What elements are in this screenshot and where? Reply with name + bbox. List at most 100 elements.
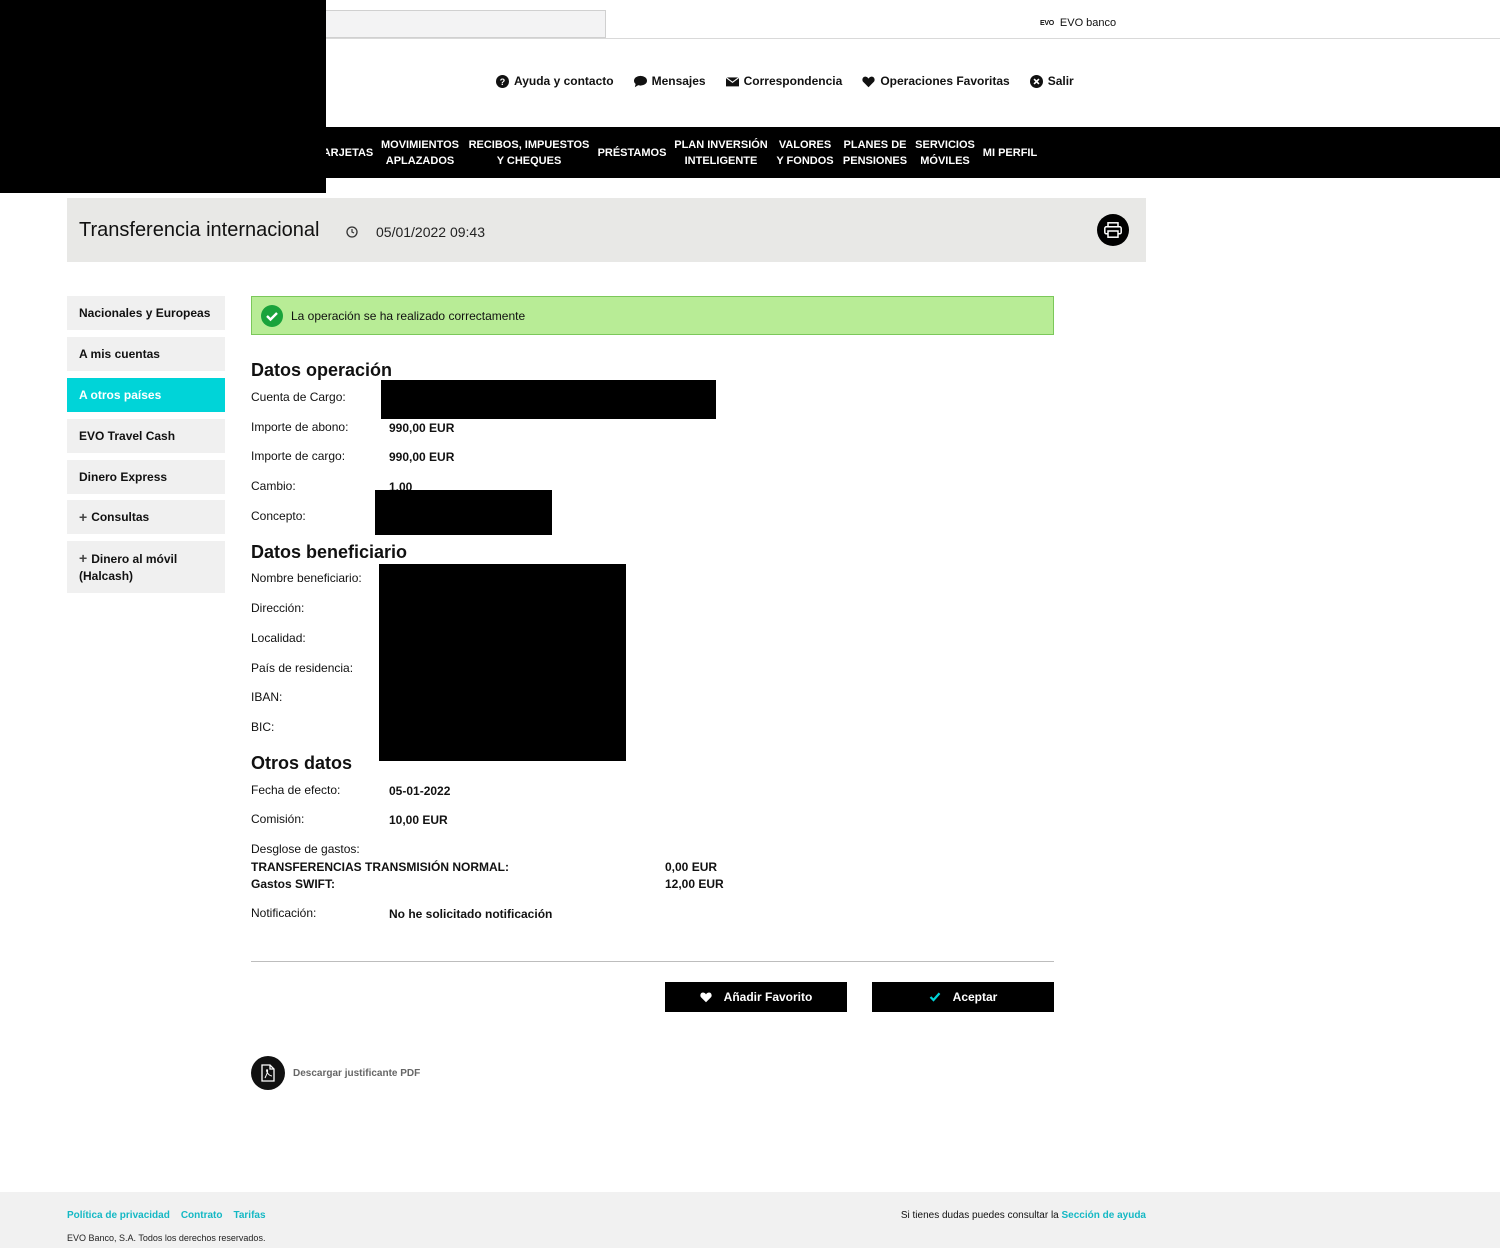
brand-name: EVO banco xyxy=(1059,17,1117,29)
notificacion-value: No he solicitado notificación xyxy=(389,907,553,921)
heart-icon xyxy=(700,992,712,1003)
pais-residencia-label: País de residencia: xyxy=(251,661,354,675)
content-divider xyxy=(251,961,1054,962)
nav-item-valores[interactable]: VALORES Y FONDOS xyxy=(774,127,836,178)
bic-label: BIC: xyxy=(251,720,275,734)
nav-item-mi-perfil[interactable]: MI PERFIL xyxy=(980,127,1040,178)
logout-link[interactable]: Salir xyxy=(1029,74,1074,88)
cambio-label: Cambio: xyxy=(251,479,296,493)
accept-button[interactable]: Aceptar xyxy=(872,982,1054,1012)
nav-item-tarjetas[interactable]: ARJETAS xyxy=(322,127,374,178)
rates-link[interactable]: Tarifas xyxy=(233,1210,265,1221)
cuenta-cargo-label: Cuenta de Cargo: xyxy=(251,390,346,404)
sidebar-item-dinero-movil[interactable]: + Dinero al móvil (Halcash) xyxy=(67,541,225,593)
sidebar-item-label: EVO Travel Cash xyxy=(79,429,176,443)
help-text: Si tienes dudas puedes consultar la Secc… xyxy=(901,1210,1146,1221)
redacted-logo-area xyxy=(0,0,326,193)
brand: EVO EVO banco xyxy=(1040,17,1116,29)
desglose-concept: Gastos SWIFT: xyxy=(251,877,336,891)
brand-mini-logo: EVO xyxy=(1040,19,1054,27)
pdf-file-icon xyxy=(261,1064,275,1082)
fecha-efecto-value: 05-01-2022 xyxy=(389,784,451,798)
printer-icon xyxy=(1104,222,1122,238)
importe-abono-value: 990,00 EUR xyxy=(389,421,455,435)
print-button[interactable] xyxy=(1097,214,1129,246)
importe-cargo-label: Importe de cargo: xyxy=(251,449,346,463)
sidebar-item-nacionales[interactable]: Nacionales y Europeas xyxy=(67,296,225,330)
utility-links: ? Ayuda y contacto Mensajes Corresponden… xyxy=(496,74,1074,88)
sidebar-item-otros-paises[interactable]: A otros países xyxy=(67,378,225,412)
sidebar-item-travel-cash[interactable]: EVO Travel Cash xyxy=(67,419,225,453)
nav-item-planes-pensiones[interactable]: PLANES DE PENSIONES xyxy=(840,127,910,178)
desglose-amount: 0,00 EUR xyxy=(665,860,718,874)
envelope-icon xyxy=(725,76,739,86)
check-circle-icon xyxy=(261,304,283,327)
page-title: Transferencia internacional xyxy=(79,219,320,241)
iban-label: IBAN: xyxy=(251,690,283,704)
sidebar-item-label: Dinero Express xyxy=(79,470,168,484)
add-favorite-label: Añadir Favorito xyxy=(723,990,813,1004)
localidad-label: Localidad: xyxy=(251,631,306,645)
section-title-other: Otros datos xyxy=(251,753,353,773)
accept-label: Aceptar xyxy=(952,990,998,1004)
success-message: La operación se ha realizado correctamen… xyxy=(291,308,526,323)
svg-text:?: ? xyxy=(500,76,505,86)
correspondence-link[interactable]: Correspondencia xyxy=(725,74,843,88)
redacted-beneficiary xyxy=(379,564,626,761)
section-title-beneficiary: Datos beneficiario xyxy=(251,542,408,562)
nav-item-plan-inversion[interactable]: PLAN INVERSIÓN INTELIGENTE xyxy=(672,127,770,178)
contract-link[interactable]: Contrato xyxy=(181,1210,223,1221)
favorite-operations-label: Operaciones Favoritas xyxy=(880,74,1010,88)
plus-icon: + xyxy=(79,509,88,525)
page-header: Transferencia internacional 05/01/2022 0… xyxy=(67,198,1146,262)
importe-abono-label: Importe de abono: xyxy=(251,420,349,434)
chat-bubble-icon xyxy=(633,75,647,87)
close-circle-icon xyxy=(1029,74,1043,88)
checkmark-icon xyxy=(929,992,940,1002)
sidebar-item-mis-cuentas[interactable]: A mis cuentas xyxy=(67,337,225,371)
pdf-download-link[interactable]: Descargar justificante PDF xyxy=(293,1068,420,1079)
desglose-amount: 12,00 EUR xyxy=(665,877,724,891)
sidebar-item-label: Consultas xyxy=(91,510,150,524)
messages-link[interactable]: Mensajes xyxy=(633,74,706,88)
comision-label: Comisión: xyxy=(251,812,305,826)
add-favorite-button[interactable]: Añadir Favorito xyxy=(665,982,847,1012)
success-alert: La operación se ha realizado correctamen… xyxy=(251,296,1054,335)
operation-datetime: 05/01/2022 09:43 xyxy=(376,224,485,240)
direccion-label: Dirección: xyxy=(251,601,305,615)
question-circle-icon: ? xyxy=(496,74,509,88)
section-title-operation: Datos operación xyxy=(251,360,393,380)
redacted-concept xyxy=(375,490,552,535)
privacy-policy-link[interactable]: Política de privacidad xyxy=(67,1210,170,1221)
pdf-download-button[interactable] xyxy=(251,1056,285,1090)
clock-icon xyxy=(346,226,358,238)
nav-item-movimientos[interactable]: MOVIMIENTOS APLAZADOS xyxy=(378,127,462,178)
correspondence-label: Correspondencia xyxy=(743,74,843,88)
help-section-link[interactable]: Sección de ayuda xyxy=(1062,1210,1146,1221)
nav-item-recibos[interactable]: RECIBOS, IMPUESTOS Y CHEQUES xyxy=(466,127,592,178)
logout-label: Salir xyxy=(1047,74,1074,88)
sidebar-item-label: A otros países xyxy=(79,388,162,402)
favorite-operations-link[interactable]: Operaciones Favoritas xyxy=(862,74,1010,88)
plus-icon: + xyxy=(79,549,88,566)
desglose-concept: TRANSFERENCIAS TRANSMISIÓN NORMAL: xyxy=(251,860,509,874)
footer: Política de privacidad Contrato Tarifas … xyxy=(0,1192,1500,1248)
copyright: EVO Banco, S.A. Todos los derechos reser… xyxy=(67,1233,266,1243)
help-text-label: Si tienes dudas puedes consultar la xyxy=(900,1210,1059,1221)
sidebar-item-dinero-express[interactable]: Dinero Express xyxy=(67,460,225,494)
importe-cargo-value: 990,00 EUR xyxy=(389,450,455,464)
nav-item-prestamos[interactable]: PRÉSTAMOS xyxy=(596,127,668,178)
search-input[interactable] xyxy=(326,10,606,38)
notificacion-label: Notificación: xyxy=(251,906,317,920)
help-contact-label: Ayuda y contacto xyxy=(514,74,614,88)
messages-label: Mensajes xyxy=(651,74,706,88)
help-contact-link[interactable]: ? Ayuda y contacto xyxy=(496,74,614,88)
sidebar-item-label: A mis cuentas xyxy=(79,347,160,361)
sidebar-item-label: Nacionales y Europeas xyxy=(79,306,211,320)
sidebar-item-consultas[interactable]: + Consultas xyxy=(67,500,225,534)
desglose-label: Desglose de gastos: xyxy=(251,842,360,856)
sidebar-item-label: Dinero al móvil (Halcash) xyxy=(79,551,178,583)
nav-item-servicios-moviles[interactable]: SERVICIOS MÓVILES xyxy=(914,127,976,178)
footer-links: Política de privacidad Contrato Tarifas xyxy=(67,1210,266,1221)
fecha-efecto-label: Fecha de efecto: xyxy=(251,783,341,797)
